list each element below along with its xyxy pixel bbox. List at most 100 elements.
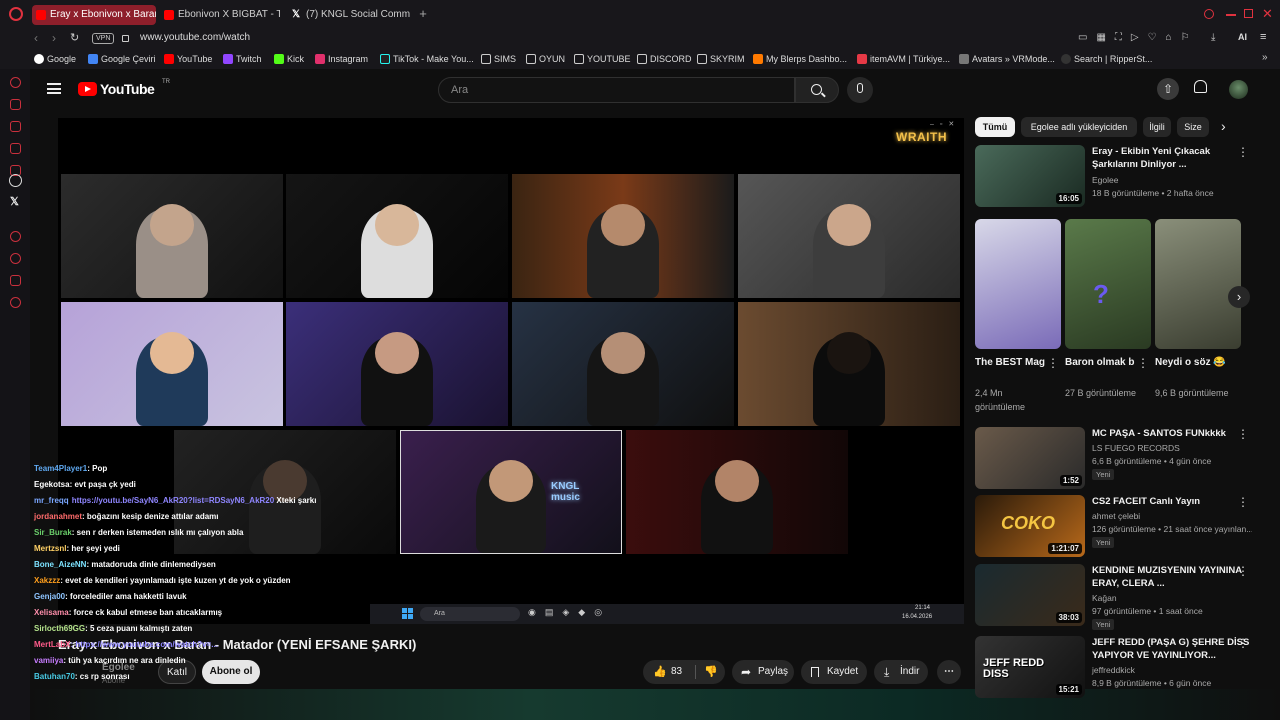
more-options-icon[interactable]: ⋮ xyxy=(1137,356,1149,370)
short-title[interactable]: Baron olmak bu kadar ... xyxy=(1065,356,1135,370)
sidebar-bag-icon[interactable] xyxy=(10,121,21,132)
chat-username[interactable]: Batuhan70 xyxy=(34,672,75,681)
chat-username[interactable]: Genja00 xyxy=(34,592,65,601)
like-count[interactable]: 83 xyxy=(671,660,682,684)
recommended-video[interactable]: JEFF REDD DISS 15:21 JEFF REDD (PAŞA G) Ş… xyxy=(975,636,1275,698)
sidebar-chatgpt-icon[interactable] xyxy=(9,174,22,187)
share-button[interactable]: ➦ Paylaş xyxy=(732,660,794,684)
more-options-icon[interactable]: ⋮ xyxy=(1237,564,1249,578)
more-options-icon[interactable]: ⋮ xyxy=(1237,427,1249,441)
short-title[interactable]: Neydi o söz 😂 | ... xyxy=(1155,356,1225,370)
channel-name[interactable]: Kağan xyxy=(1092,593,1117,603)
download-toolbar-icon[interactable]: ⤓ xyxy=(1211,32,1215,43)
filter-chip-related[interactable]: İlgili xyxy=(1143,117,1171,137)
dislike-icon[interactable]: 👎 xyxy=(704,660,718,684)
bookmark-google-translate[interactable]: Google Çeviri xyxy=(88,53,156,65)
short-thumbnail[interactable] xyxy=(1155,219,1241,349)
opera-logo-icon[interactable] xyxy=(9,7,23,21)
sidebar-aria-icon[interactable] xyxy=(10,77,21,88)
sidebar-clock-icon[interactable] xyxy=(10,253,21,264)
chat-username[interactable]: vamiiya xyxy=(34,656,63,665)
tab-eray[interactable]: Eray x Ebonivon x Baran - xyxy=(32,5,156,25)
bookmark-youtube-folder[interactable]: YOUTUBE xyxy=(574,53,631,65)
recommended-video[interactable]: 38:03 KENDINE MUZISYENIN YAYININA ERAY, … xyxy=(975,564,1275,630)
chat-username[interactable]: jordanahmet xyxy=(34,512,82,521)
bookmark-oyun[interactable]: OYUN xyxy=(526,53,565,65)
chips-next-chevron-icon[interactable]: › xyxy=(1221,118,1226,134)
video-title[interactable]: CS2 FACEIT Canlı Yayın xyxy=(1092,495,1252,508)
bookmark-twitch[interactable]: Twitch xyxy=(223,53,262,65)
back-icon[interactable]: ‹ xyxy=(34,31,38,45)
vpn-badge[interactable]: VPN xyxy=(92,33,115,44)
toolbar-icons[interactable]: ▭▦⛶▷♡⌂⚐ xyxy=(1078,32,1199,43)
short-title[interactable]: The BEST Magnetic ... xyxy=(975,356,1045,370)
video-thumbnail[interactable]: 1:52 xyxy=(975,427,1085,489)
player-controls-icons[interactable]: –▫✕ xyxy=(930,120,960,128)
filter-chip-for-you[interactable]: Size xyxy=(1177,117,1209,137)
upload-button[interactable]: ⇧ xyxy=(1157,78,1179,100)
sidebar-wallet-icon[interactable] xyxy=(10,143,21,154)
shorts-next-chevron-icon[interactable]: › xyxy=(1228,286,1250,308)
bookmark-skyrim[interactable]: SKYRIM xyxy=(697,53,745,65)
tab-ebonivon[interactable]: Ebonivon X BIGBAT - TAM xyxy=(160,5,280,25)
sidebar-history-icon[interactable] xyxy=(10,99,21,110)
channel-name[interactable]: ahmet çelebi xyxy=(1092,511,1140,521)
search-input[interactable]: Ara xyxy=(438,77,795,103)
chat-username[interactable]: Xelisama xyxy=(34,608,69,617)
bookmark-itemavm[interactable]: itemAVM | Türkiye... xyxy=(857,53,950,65)
bookmark-kick[interactable]: Kick xyxy=(274,53,304,65)
video-title[interactable]: MC PAŞA - SANTOS FUNkkkk xyxy=(1092,427,1252,440)
bookmark-ripper[interactable]: Search | RipperSt... xyxy=(1061,53,1152,65)
video-thumbnail[interactable]: 38:03 xyxy=(975,564,1085,626)
new-tab-icon[interactable]: + xyxy=(416,7,430,21)
more-options-icon[interactable]: ⋮ xyxy=(1237,495,1249,509)
bookmarks-more-icon[interactable]: » xyxy=(1262,52,1268,63)
recommended-video[interactable]: COKO 1:21:07 CS2 FACEIT Canlı Yayın ahmet… xyxy=(975,495,1275,559)
menu-icon[interactable]: ≡ xyxy=(1260,31,1266,43)
more-options-icon[interactable]: ⋮ xyxy=(1047,356,1059,370)
sidebar-pin-icon[interactable] xyxy=(10,275,21,286)
channel-name[interactable]: jeffreddkick xyxy=(1092,665,1135,675)
close-window-icon[interactable]: ✕ xyxy=(1262,6,1273,22)
maximize-icon[interactable] xyxy=(1244,9,1253,18)
bookmark-google[interactable]: Google xyxy=(34,53,76,65)
bookmark-blerps[interactable]: My Blerps Dashbo... xyxy=(753,53,847,65)
bookmark-discord[interactable]: DISCORD xyxy=(637,53,692,65)
bookmark-sims[interactable]: SIMS xyxy=(481,53,516,65)
video-thumbnail[interactable]: COKO 1:21:07 xyxy=(975,495,1085,557)
video-title[interactable]: Eray - Ekibin Yeni Çıkacak Şarkılarını D… xyxy=(1092,145,1252,171)
like-icon[interactable]: 👍 xyxy=(653,660,667,684)
channel-name[interactable]: Egolee xyxy=(1092,175,1118,185)
chat-username[interactable]: Team4Player1 xyxy=(34,464,87,473)
url-field[interactable]: www.youtube.com/watch xyxy=(140,32,250,43)
tab-kngl[interactable]: 𝕏 (7) KNGL Social Communi xyxy=(288,5,410,25)
bookmark-instagram[interactable]: Instagram xyxy=(315,53,368,65)
reload-icon[interactable]: ↻ xyxy=(70,31,79,44)
chat-username[interactable]: Xakzzz xyxy=(34,576,60,585)
search-tabs-icon[interactable] xyxy=(1204,9,1214,19)
video-title[interactable]: JEFF REDD (PAŞA G) ŞEHRE DİSS YAPIYOR VE… xyxy=(1092,636,1252,662)
search-button[interactable] xyxy=(795,77,839,103)
ai-label[interactable]: AI xyxy=(1238,32,1247,42)
bookmark-tiktok[interactable]: TikTok - Make You... xyxy=(380,53,474,65)
chat-username[interactable]: Sir_Burak xyxy=(34,528,72,537)
video-thumbnail[interactable]: JEFF REDD DISS 15:21 xyxy=(975,636,1085,698)
chat-username[interactable]: MertLabX xyxy=(34,640,70,649)
bookmark-youtube[interactable]: YouTube xyxy=(164,53,212,65)
channel-name[interactable]: LS FUEGO RECORDS xyxy=(1092,443,1180,453)
hamburger-menu-icon[interactable] xyxy=(47,83,61,94)
sidebar-x-icon[interactable]: 𝕏 xyxy=(10,195,19,208)
chat-username[interactable]: Mertzsnl xyxy=(34,544,66,553)
more-options-icon[interactable]: ⋮ xyxy=(1237,145,1249,159)
notifications-bell-icon[interactable] xyxy=(1194,80,1207,93)
bookmark-vrmodels[interactable]: Avatars » VRMode... xyxy=(959,53,1055,65)
short-thumbnail[interactable] xyxy=(975,219,1061,349)
video-thumbnail[interactable]: 16:05 xyxy=(975,145,1085,207)
recommended-video[interactable]: 1:52 MC PAŞA - SANTOS FUNkkkk LS FUEGO R… xyxy=(975,427,1275,491)
voice-search-button[interactable] xyxy=(847,77,873,103)
chat-username[interactable]: Egekotsa xyxy=(34,480,70,489)
more-actions-button[interactable]: ⋯ xyxy=(937,660,961,684)
chat-username[interactable]: Bone_AizeNN xyxy=(34,560,86,569)
chat-username[interactable]: Sirlocth69GG xyxy=(34,624,85,633)
sidebar-settings-icon[interactable] xyxy=(10,297,21,308)
